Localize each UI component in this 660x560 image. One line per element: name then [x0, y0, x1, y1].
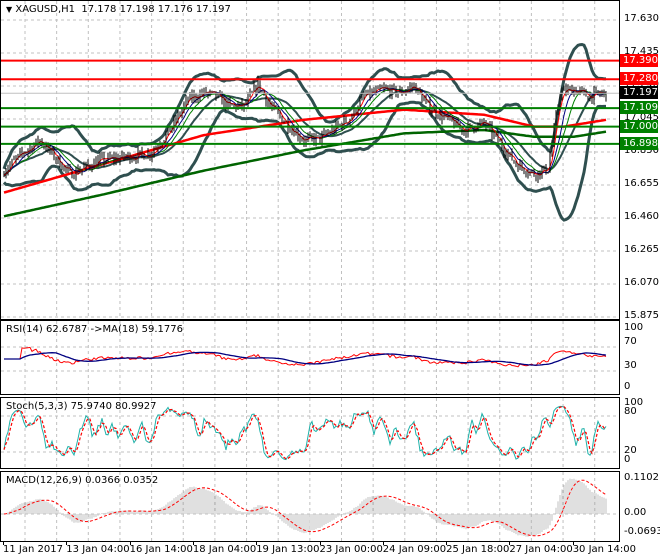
time-axis-tick — [66, 541, 68, 545]
level-price-tag: 17.109 — [620, 101, 658, 115]
stoch-main-line — [3, 405, 607, 461]
macd-panel[interactable]: MACD(12,26,9) 0.0366 0.0352 — [0, 471, 620, 542]
time-axis-label: 30 Jan 14:00 — [572, 544, 637, 555]
level-price-tag: 17.280 — [620, 72, 658, 86]
rsi-axis-label: 70 — [624, 336, 637, 347]
time-axis-tick — [509, 541, 511, 545]
rsi-axis-label: 30 — [624, 360, 637, 371]
rsi-ma-line — [4, 351, 607, 366]
collapse-triangle-icon[interactable]: ▼ — [6, 5, 12, 14]
price-axis-label: 16.655 — [624, 177, 659, 189]
main-chart-panel[interactable]: ▼ XAGUSD,H1 17.178 17.198 17.176 17.197 — [0, 0, 620, 320]
level-price-tag: 17.000 — [620, 119, 658, 133]
stoch-panel[interactable]: Stoch(5,3,3) 75.9740 80.9927 — [0, 397, 620, 469]
time-axis-label: 16 Jan 14:00 — [129, 544, 193, 555]
rsi-panel[interactable]: RSI(14) 62.6787 ->MA(18) 59.1776 — [0, 320, 620, 395]
macd-label: MACD(12,26,9) 0.0366 0.0352 — [6, 475, 159, 486]
price-chart — [1, 1, 619, 319]
time-axis-tick — [129, 541, 131, 545]
time-axis-label: 18 Jan 04:00 — [192, 544, 257, 555]
time-axis-tick — [256, 541, 258, 545]
time-axis-label: 27 Jan 04:00 — [509, 544, 573, 555]
ohlc-readout: 17.178 17.198 17.176 17.197 — [81, 4, 231, 15]
time-axis-tick — [446, 541, 448, 545]
price-axis-label: 16.070 — [624, 276, 659, 288]
chart-title: ▼ XAGUSD,H1 17.178 17.198 17.176 17.197 — [6, 4, 231, 15]
price-axis-label: 15.875 — [624, 309, 659, 321]
rsi-axis-label: 0 — [624, 381, 631, 392]
time-axis-label: 13 Jan 04:00 — [66, 544, 130, 555]
time-axis-label: 25 Jan 18:00 — [446, 544, 510, 555]
macd-axis-label: -0.0693 — [624, 526, 660, 537]
stoch-axis-label: 0 — [624, 454, 631, 465]
time-axis-tick — [192, 541, 194, 545]
time-axis-tick — [3, 541, 4, 545]
symbol-label: XAGUSD,H1 — [15, 4, 76, 15]
time-axis-label: 19 Jan 13:00 — [256, 544, 320, 555]
current-price-tag: 17.197 — [620, 86, 658, 100]
price-axis-label: 16.265 — [624, 243, 659, 255]
rsi-axis-label: 100 — [624, 322, 644, 333]
macd-axis-label: 0.00 — [624, 507, 647, 518]
time-axis-tick — [382, 541, 384, 545]
macd-axis-label: 0.1102 — [624, 472, 659, 483]
rsi-label: RSI(14) 62.6787 ->MA(18) 59.1776 — [6, 324, 183, 335]
stoch-label: Stoch(5,3,3) 75.9740 80.9927 — [6, 401, 157, 412]
time-axis-label: 11 Jan 2017 — [3, 544, 63, 555]
time-axis-label: 24 Jan 09:00 — [382, 544, 447, 555]
price-axis-label: 17.630 — [624, 13, 659, 24]
time-axis-label: 23 Jan 00:00 — [319, 544, 383, 555]
level-price-tag: 17.390 — [620, 53, 658, 67]
time-axis-tick — [572, 541, 574, 545]
stoch-axis-label: 80 — [624, 406, 637, 417]
time-axis-tick — [319, 541, 321, 545]
level-price-tag: 16.898 — [620, 136, 658, 150]
price-axis-label: 16.460 — [624, 210, 659, 222]
